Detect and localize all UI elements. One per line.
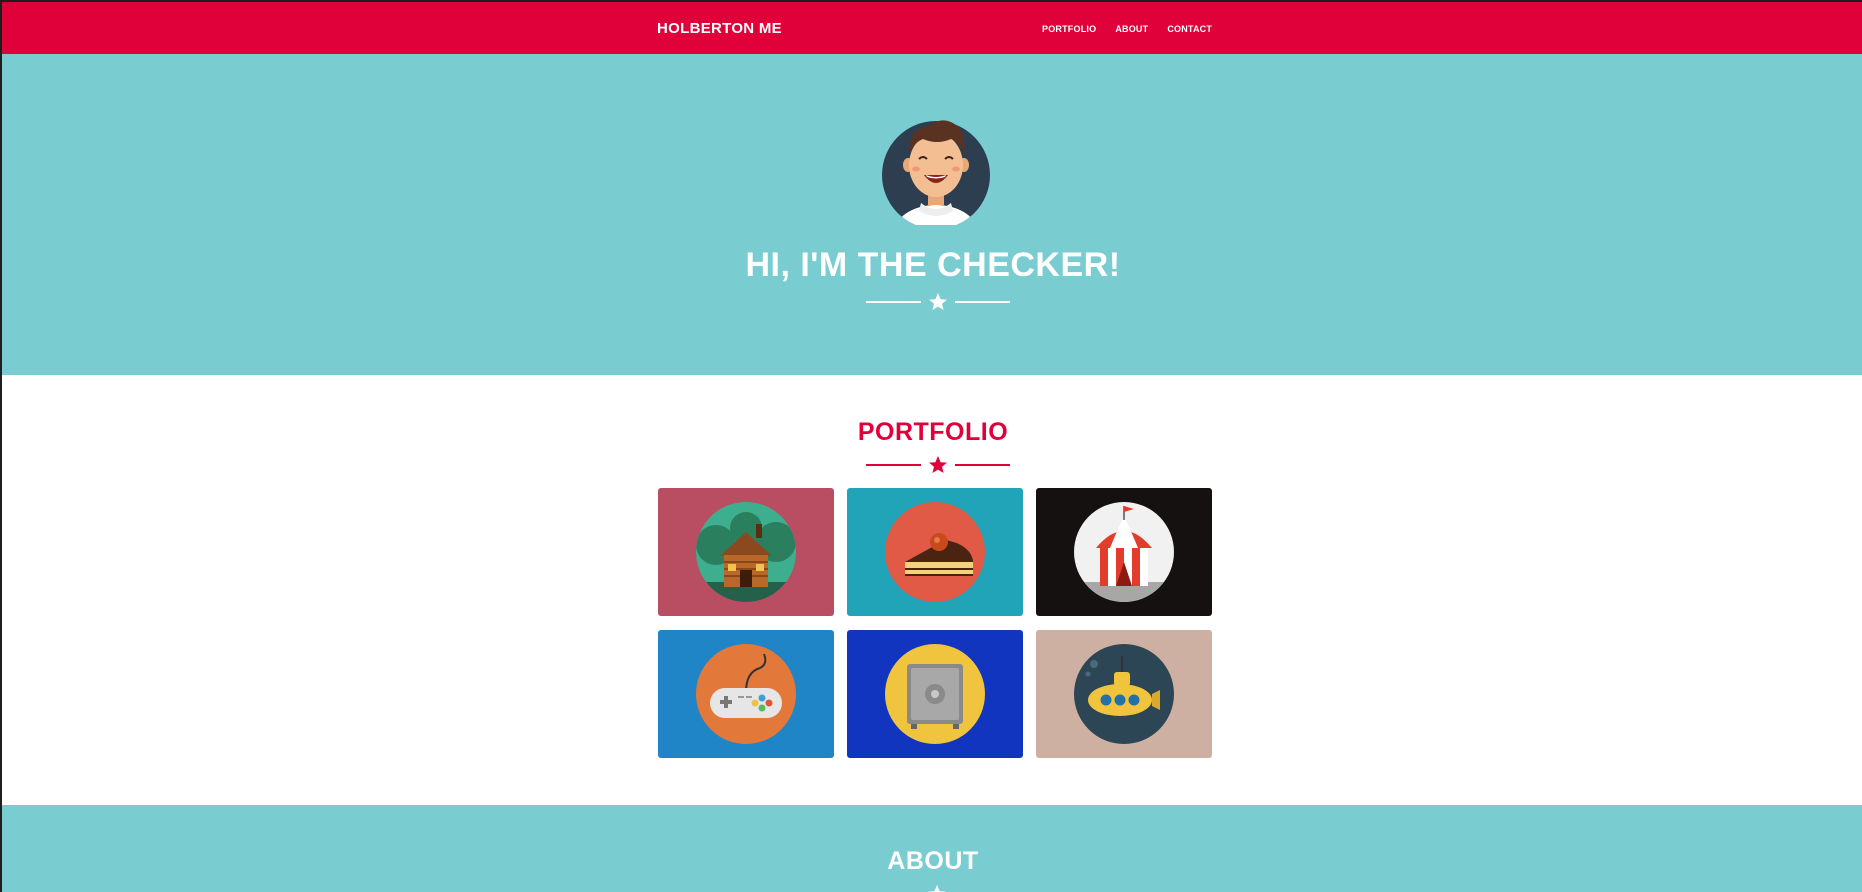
brand-link[interactable]: HOLBERTON ME xyxy=(657,20,782,37)
portfolio-item-cabin[interactable] xyxy=(658,488,834,616)
star-icon xyxy=(929,293,947,310)
nav-link-about[interactable]: ABOUT xyxy=(1115,24,1148,34)
star-icon xyxy=(928,885,946,892)
log-cabin-icon xyxy=(696,502,796,602)
cake-slice-icon xyxy=(885,502,985,602)
circus-tent-icon xyxy=(1074,502,1174,602)
portfolio-item-safe[interactable] xyxy=(847,630,1023,758)
hero-section: HI, I'M THE CHECKER! xyxy=(2,54,1862,375)
star-icon xyxy=(929,456,947,473)
nav-links: PORTFOLIO ABOUT CONTACT xyxy=(1042,24,1212,34)
smiling-person-avatar-icon xyxy=(882,120,990,225)
portfolio-item-controller[interactable] xyxy=(658,630,834,758)
portfolio-item-circus[interactable] xyxy=(1036,488,1212,616)
hero-title: HI, I'M THE CHECKER! xyxy=(745,246,1121,284)
navbar: HOLBERTON ME PORTFOLIO ABOUT CONTACT xyxy=(2,0,1862,54)
about-title: ABOUT xyxy=(887,847,979,875)
portfolio-star-divider xyxy=(866,456,1010,473)
portfolio-item-submarine[interactable] xyxy=(1036,630,1212,758)
safe-icon xyxy=(885,644,985,744)
about-section: ABOUT xyxy=(2,805,1862,892)
page: HOLBERTON ME PORTFOLIO ABOUT CONTACT HI,… xyxy=(0,0,1862,892)
nav-link-contact[interactable]: CONTACT xyxy=(1167,24,1212,34)
hero-star-divider xyxy=(866,293,1010,310)
submarine-icon xyxy=(1074,644,1174,744)
portfolio-title: PORTFOLIO xyxy=(857,418,1009,446)
game-controller-icon xyxy=(696,644,796,744)
portfolio-grid xyxy=(658,488,1214,758)
nav-link-portfolio[interactable]: PORTFOLIO xyxy=(1042,24,1096,34)
portfolio-item-cake[interactable] xyxy=(847,488,1023,616)
